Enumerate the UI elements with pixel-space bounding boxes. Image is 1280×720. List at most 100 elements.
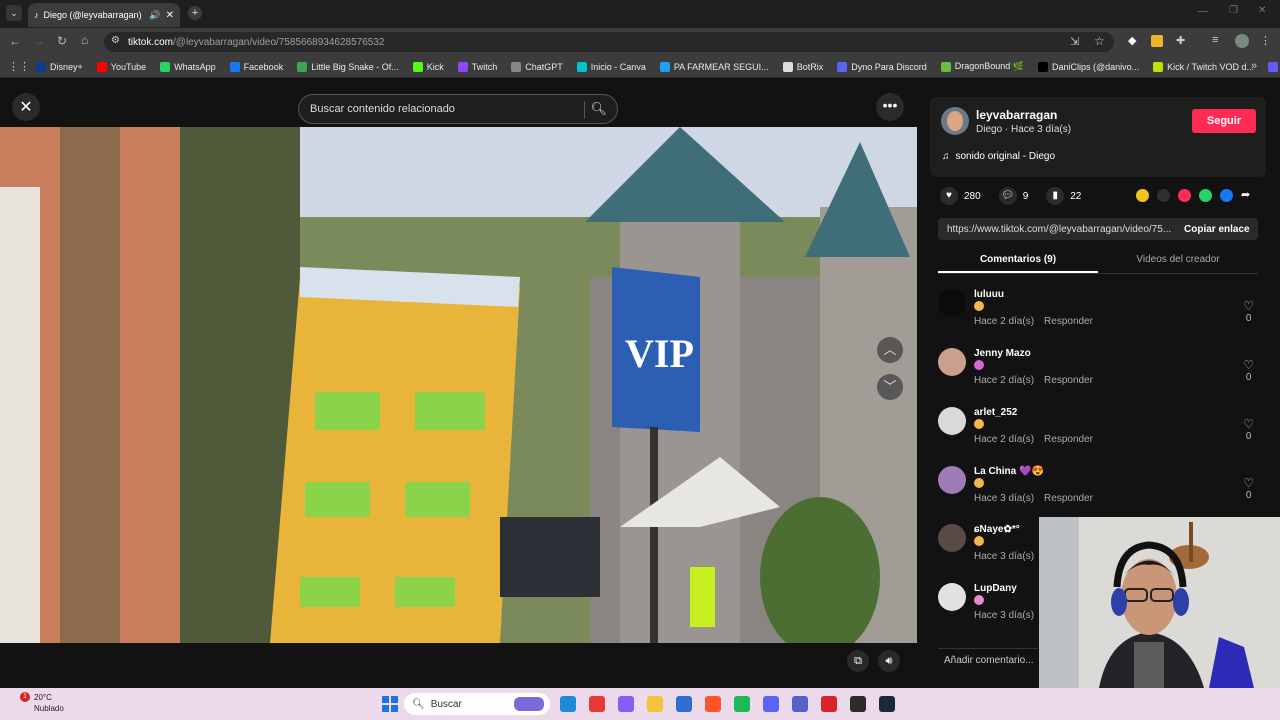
comment-author[interactable]: luluuu xyxy=(974,289,1004,300)
bookmark-item[interactable]: DragonBound 🌿 xyxy=(940,61,1024,72)
music-row[interactable]: ♫ sonido original - Diego xyxy=(942,151,1055,162)
comment-avatar[interactable] xyxy=(938,466,966,494)
comment-like-button[interactable]: ♡ 0 xyxy=(1243,417,1254,442)
next-video-button[interactable]: ﹀ xyxy=(877,374,903,400)
comment-like-button[interactable]: ♡ 0 xyxy=(1243,358,1254,383)
browser-tab[interactable]: ♪ Diego (@leyvabarragan) | TikTok 🔊 ✕ xyxy=(28,3,180,27)
comment-author[interactable]: arlet_252 xyxy=(974,407,1017,418)
bookmark-item[interactable]: Facebook xyxy=(229,61,283,72)
bookmark-item[interactable]: Kick / Twitch VOD d... xyxy=(1153,61,1254,72)
copy-link-button[interactable]: Copiar enlace xyxy=(1184,224,1250,235)
tab-close-icon[interactable]: ✕ xyxy=(166,10,174,21)
copilot-icon[interactable] xyxy=(618,696,634,712)
home-icon[interactable]: ⌂ xyxy=(81,33,88,47)
like-stat[interactable]: ♥ 280 xyxy=(940,187,981,205)
bookmark-item[interactable]: Dyno Para Discord xyxy=(837,61,927,72)
bookmark-star-icon[interactable]: ☆ xyxy=(1094,34,1105,48)
media-icon[interactable]: ≡ xyxy=(1212,34,1218,46)
steam-icon[interactable] xyxy=(879,696,895,712)
facebook-icon[interactable] xyxy=(1220,189,1233,202)
send-icon[interactable] xyxy=(1178,189,1191,202)
comment-avatar[interactable] xyxy=(938,289,966,317)
teams-icon[interactable] xyxy=(792,696,808,712)
bookmark-item[interactable]: Inicio - Canva xyxy=(576,61,646,72)
apps-grid-icon[interactable]: ⋮⋮ xyxy=(8,60,30,73)
bookmark-item[interactable]: Twitch xyxy=(457,61,497,72)
comment-avatar[interactable] xyxy=(938,524,966,552)
bookmark-item[interactable]: YouTube xyxy=(96,61,146,72)
comment-avatar[interactable] xyxy=(938,583,966,611)
comment-author[interactable]: ɕNaye✿*° xyxy=(974,524,1020,535)
maximize-icon[interactable]: ❐ xyxy=(1229,5,1238,16)
tab-list-button[interactable]: ⌄ xyxy=(6,5,22,21)
add-comment-input[interactable]: Añadir comentario... xyxy=(938,648,1038,672)
forward-icon[interactable]: → xyxy=(33,34,45,48)
share-arrow-icon[interactable]: ➦ xyxy=(1241,189,1250,202)
extension-icon-1[interactable]: ◆ xyxy=(1128,34,1136,47)
close-video-button[interactable]: ✕ xyxy=(12,93,40,121)
comment-avatar[interactable] xyxy=(938,348,966,376)
windows-start-icon[interactable] xyxy=(382,696,398,712)
back-icon[interactable]: ← xyxy=(9,34,21,48)
taskbar-search[interactable]: 🔍︎ Buscar xyxy=(404,693,550,715)
bookmark-item[interactable]: ChatGPT xyxy=(511,61,563,72)
comment-author[interactable]: La China 💜😍 xyxy=(974,466,1044,477)
comment-stat[interactable]: 💬︎ 9 xyxy=(998,187,1028,205)
file-explorer-icon[interactable] xyxy=(647,696,663,712)
tab-creator-videos[interactable]: Videos del creador xyxy=(1098,250,1258,273)
address-bar[interactable]: ⚙ tiktok.com/@leyvabarragan/video/758566… xyxy=(104,32,1114,52)
reply-button[interactable]: Responder xyxy=(1044,316,1093,327)
reply-button[interactable]: Responder xyxy=(1044,434,1093,445)
new-tab-button[interactable]: + xyxy=(188,6,202,20)
whatsapp-icon[interactable] xyxy=(1199,189,1212,202)
weather-widget[interactable]: 1 20°C Nublado xyxy=(20,692,64,714)
window-close-icon[interactable]: ✕ xyxy=(1258,5,1266,16)
comment-like-button[interactable]: ♡ 0 xyxy=(1243,299,1254,324)
embed-icon[interactable] xyxy=(1157,189,1170,202)
bookmark-item[interactable]: DaniClips (@danivo... xyxy=(1037,61,1139,72)
profile-avatar-icon[interactable] xyxy=(1235,34,1249,48)
bookmark-item[interactable]: PA FARMEAR SEGUI... xyxy=(659,61,769,72)
obs-icon[interactable] xyxy=(850,696,866,712)
previous-video-button[interactable]: ︿ xyxy=(877,337,903,363)
bookmark-item[interactable]: Little Big Snake - Of... xyxy=(297,61,399,72)
speaker-icon[interactable]: 🔊 xyxy=(149,10,160,21)
video-player[interactable]: VIP xyxy=(0,127,917,643)
comment-author[interactable]: LupDany xyxy=(974,583,1017,594)
spotify-icon[interactable] xyxy=(734,696,750,712)
related-search-input[interactable]: Buscar contenido relacionado 🔍︎ xyxy=(298,94,618,124)
reply-button[interactable]: Responder xyxy=(1044,493,1093,504)
comment-like-button[interactable]: ♡ 0 xyxy=(1243,476,1254,501)
save-stat[interactable]: ▮ 22 xyxy=(1046,187,1081,205)
comment-avatar[interactable] xyxy=(938,407,966,435)
edge-icon[interactable] xyxy=(560,696,576,712)
coin-icon[interactable] xyxy=(1136,189,1149,202)
author-username[interactable]: leyvabarragan xyxy=(976,108,1057,122)
puzzle-icon[interactable]: ✚ xyxy=(1176,34,1185,47)
more-options-button[interactable]: ••• xyxy=(876,93,904,121)
discord-icon[interactable] xyxy=(763,696,779,712)
bookmark-item[interactable]: Disney+ xyxy=(36,61,83,72)
share-link-url[interactable]: https://www.tiktok.com/@leyvabarragan/vi… xyxy=(947,224,1175,235)
site-info-icon[interactable]: ⚙ xyxy=(111,35,120,46)
bookmarks-overflow-icon[interactable]: » xyxy=(1251,60,1257,72)
chrome-menu-icon[interactable]: ⋮ xyxy=(1260,34,1271,47)
reload-icon[interactable]: ↻ xyxy=(57,34,67,48)
tab-comments[interactable]: Comentarios (9) xyxy=(938,250,1098,273)
bookmark-item[interactable]: BotRix xyxy=(782,61,823,72)
reply-button[interactable]: Responder xyxy=(1044,375,1093,386)
minimize-icon[interactable]: — xyxy=(1198,6,1208,17)
bookmark-item[interactable]: WhatsApp xyxy=(160,61,216,72)
search-icon[interactable]: 🔍︎ xyxy=(590,101,607,117)
brave-icon[interactable] xyxy=(705,696,721,712)
volume-button[interactable]: 🔊︎ xyxy=(878,650,900,672)
tiktok-studio-icon[interactable] xyxy=(821,696,837,712)
chrome-icon[interactable] xyxy=(589,696,605,712)
floating-player-button[interactable]: ⧉ xyxy=(847,650,869,672)
author-avatar[interactable] xyxy=(941,107,969,135)
follow-button[interactable]: Seguir xyxy=(1192,109,1256,133)
store-icon[interactable] xyxy=(676,696,692,712)
install-icon[interactable]: ⇲ xyxy=(1070,35,1079,48)
bookmark-item[interactable]: Stripe Express xyxy=(1268,61,1280,72)
bookmark-item[interactable]: Kick xyxy=(412,61,444,72)
